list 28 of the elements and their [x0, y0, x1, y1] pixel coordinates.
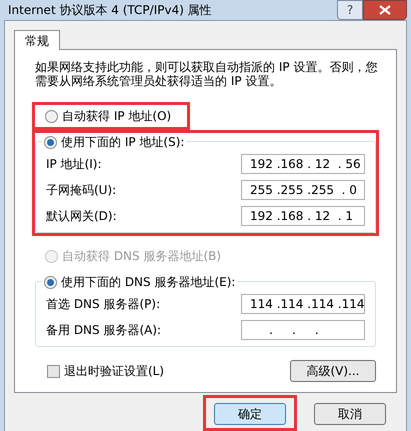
- field-label: 备用 DNS 服务器(A):: [46, 322, 162, 339]
- cancel-button[interactable]: 取消: [314, 403, 386, 425]
- checkbox[interactable]: [47, 364, 60, 378]
- radio-label: 自动获得 IP 地址(O): [62, 108, 172, 125]
- field-label: 子网掩码(U):: [46, 182, 116, 199]
- radio-label: 自动获得 DNS 服务器地址(B): [62, 248, 222, 265]
- help-button[interactable]: ?: [337, 0, 363, 20]
- ok-button[interactable]: 确定: [214, 403, 286, 425]
- radio-label: 使用下面的 IP 地址(S):: [61, 134, 184, 151]
- tab[interactable]: 常规: [14, 30, 60, 50]
- intro-text: 如果网络支持此功能，则可以获取自动指派的 IP 设置。否则，您需要从网络系统管理员处获得适当的 IP 设置。: [35, 60, 378, 88]
- advanced-button[interactable]: 高级(V)...: [290, 360, 376, 382]
- radio-button[interactable]: [44, 276, 57, 288]
- checkbox-label: 退出时验证设置(L): [64, 363, 164, 380]
- ip-address-field[interactable]: 255 .255 .255 . 0: [241, 180, 365, 200]
- close-icon: [379, 5, 391, 15]
- ip-address-field[interactable]: 114 .114 .114 .114: [241, 294, 365, 314]
- ip-address-field[interactable]: . . .: [241, 320, 365, 340]
- field-label: 首选 DNS 服务器(P):: [46, 296, 160, 313]
- close-button[interactable]: [363, 0, 407, 20]
- field-label: IP 地址(I):: [46, 156, 102, 173]
- field-label: 默认网关(D):: [46, 208, 117, 225]
- ip-address-field[interactable]: 192 .168 . 12 . 1: [241, 206, 365, 226]
- ip-address-field[interactable]: 192 .168 . 12 . 56: [241, 154, 365, 174]
- radio-button[interactable]: [45, 110, 58, 122]
- radio-button[interactable]: [44, 136, 57, 148]
- radio-label: 使用下面的 DNS 服务器地址(E):: [61, 274, 236, 291]
- window-title: Internet 协议版本 4 (TCP/IPv4) 属性: [8, 2, 212, 19]
